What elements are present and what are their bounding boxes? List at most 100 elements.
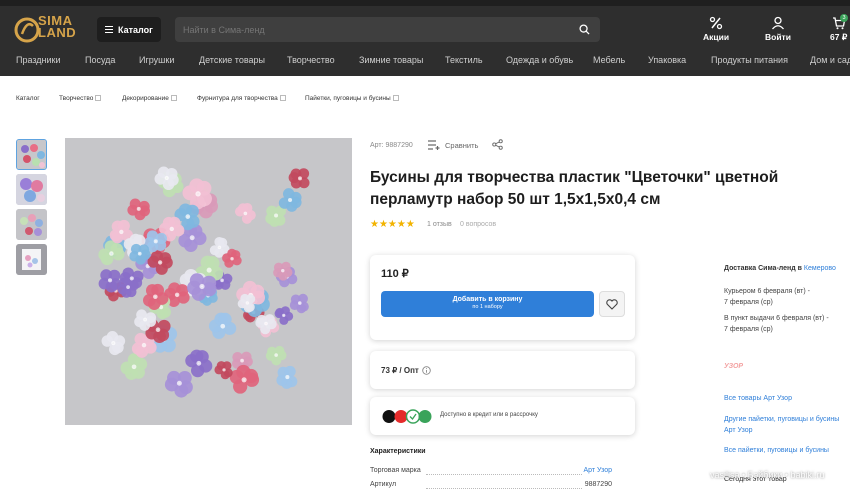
courier-line-2: 7 февраля (ср)	[724, 299, 773, 306]
user-icon	[771, 16, 784, 30]
chevron-down-icon[interactable]	[95, 95, 102, 101]
nav-item-home-garden[interactable]: Дом и сад	[810, 55, 850, 65]
product-title: Бусины для творчества пластик "Цветочки"…	[370, 169, 779, 208]
chevron-down-icon[interactable]	[392, 95, 399, 101]
rating-stars[interactable]: ★★★★★	[370, 219, 415, 230]
flower-bead	[234, 203, 256, 224]
breadcrumb-beads[interactable]: Пайетки, пуговицы и бусины	[305, 95, 399, 102]
courier-line-1: Курьером 6 февраля (вт) -	[724, 288, 810, 295]
add-to-cart-sublabel: по 1 набору	[472, 304, 503, 310]
flower-beads-thumb-image	[16, 209, 47, 240]
product-thumbnail[interactable]	[16, 209, 47, 240]
flower-bead	[265, 345, 287, 366]
nav-item-clothes[interactable]: Одежда и обувь	[506, 55, 573, 65]
nav-item-winter[interactable]: Зимние товары	[359, 55, 423, 65]
chevron-down-icon[interactable]	[170, 95, 177, 101]
logo-text: SIMA LAND	[38, 14, 77, 40]
flower-beads-photo	[98, 166, 310, 398]
nav-item-dishes[interactable]: Посуда	[85, 55, 115, 65]
flower-bead	[164, 370, 193, 398]
product-thumbnail[interactable]	[16, 174, 47, 205]
delivery-city-link[interactable]: Кемерово	[804, 265, 836, 272]
cart-badge: 3	[840, 14, 848, 22]
seller-logo[interactable]: УЗОР	[724, 363, 743, 370]
breadcrumb-label: Творчество	[59, 95, 94, 102]
login-label: Войти	[765, 32, 791, 42]
pickup-delivery: В пункт выдачи 6 февраля (вт) - 7 феврал…	[724, 313, 829, 335]
product-main-image[interactable]	[65, 138, 352, 425]
login-button[interactable]: Войти	[765, 16, 791, 42]
dotted-leader	[426, 488, 582, 489]
wholesale-price-label: 73 ₽ / Опт	[381, 366, 419, 375]
favorite-button[interactable]	[599, 291, 625, 317]
dotted-leader	[426, 474, 582, 475]
logo-line-2: LAND	[38, 25, 77, 40]
wholesale-price: 73 ₽ / Опт	[381, 366, 431, 375]
catalog-label: Каталог	[118, 24, 153, 35]
nav-item-holidays[interactable]: Праздники	[16, 55, 61, 65]
search-input[interactable]	[175, 17, 600, 42]
compare-button[interactable]: Сравнить	[428, 140, 478, 150]
flower-bead	[289, 293, 309, 314]
courier-delivery: Курьером 6 февраля (вт) - 7 февраля (ср)	[724, 286, 810, 308]
flower-bead	[101, 331, 126, 356]
add-to-cart-label: Добавить в корзину	[452, 296, 523, 303]
nav-item-kids[interactable]: Детские товары	[199, 55, 265, 65]
catalog-button[interactable]: Каталог	[97, 17, 161, 42]
article-number: Арт: 9887290	[370, 142, 413, 149]
nav-item-packaging[interactable]: Упаковка	[648, 55, 686, 65]
share-icon[interactable]	[492, 139, 503, 150]
nav-item-toys[interactable]: Игрушки	[139, 55, 174, 65]
percent-icon	[709, 16, 723, 30]
reviews-link[interactable]: 1 отзыв	[427, 221, 452, 228]
nav-item-food[interactable]: Продукты питания	[711, 55, 788, 65]
bank-logos-icon	[382, 409, 432, 424]
product-thumbnail[interactable]	[16, 139, 47, 170]
breadcrumb-label: Каталог	[16, 95, 40, 102]
flower-bead	[288, 168, 310, 189]
flower-bead	[214, 361, 233, 380]
breadcrumb-label: Пайетки, пуговицы и бусины	[305, 95, 391, 102]
questions-link[interactable]: 0 вопросов	[460, 221, 496, 228]
heart-icon	[606, 298, 618, 310]
seller-similar-link[interactable]: Другие пайетки, пуговицы и бусины	[724, 414, 839, 425]
nav-item-textile[interactable]: Текстиль	[445, 55, 483, 65]
nav-item-furniture[interactable]: Мебель	[593, 55, 625, 65]
compare-label: Сравнить	[445, 140, 479, 150]
breadcrumb-catalog[interactable]: Каталог	[16, 95, 40, 102]
flower-bead	[274, 306, 294, 325]
breadcrumb-fittings[interactable]: Фурнитура для творчества	[197, 95, 286, 102]
product-thumbnail[interactable]	[16, 244, 47, 275]
header-top-strip	[0, 0, 850, 6]
all-beads-link[interactable]: Все пайетки, пуговицы и бусины	[724, 445, 829, 456]
breadcrumb-decorating[interactable]: Декорирование	[122, 95, 177, 102]
search-icon[interactable]	[579, 24, 590, 35]
package-thumb-image	[16, 244, 47, 275]
brand-link[interactable]: Арт Узор	[583, 467, 612, 474]
promotions-label: Акции	[703, 32, 730, 42]
delivery-heading: Доставка Сима-ленд в Кемерово	[724, 265, 836, 272]
chevron-down-icon[interactable]	[279, 95, 286, 101]
cart-total: 67 ₽	[830, 32, 848, 42]
info-icon[interactable]	[422, 366, 431, 375]
flower-bead	[278, 188, 302, 212]
promotions-button[interactable]: Акции	[703, 16, 729, 42]
flower-beads-thumb-image	[16, 174, 47, 205]
breadcrumb-label: Фурнитура для творчества	[197, 95, 278, 102]
add-to-cart-button[interactable]: Добавить в корзину по 1 набору	[381, 291, 594, 317]
flower-bead	[276, 365, 298, 389]
price: 110 ₽	[381, 268, 409, 280]
seller-similar-link-cont[interactable]: Арт Узор	[724, 425, 753, 436]
breadcrumb-creativity[interactable]: Творчество	[59, 95, 102, 102]
flower-bead	[127, 198, 150, 221]
watermark: vasilisa • Бэйбики • babiki.ru	[710, 470, 825, 480]
characteristic-row: Торговая марка Арт Узор	[370, 467, 612, 477]
characteristic-row: Артикул 9887290	[370, 481, 612, 491]
nav-item-creativity[interactable]: Творчество	[287, 55, 335, 65]
credit-text: Доступно в кредит или в рассрочку	[440, 412, 538, 418]
pickup-line-2: 7 февраля (ср)	[724, 326, 773, 333]
flower-bead	[229, 364, 260, 394]
pickup-line-1: В пункт выдачи 6 февраля (вт) -	[724, 315, 829, 322]
seller-all-products-link[interactable]: Все товары Арт Узор	[724, 393, 792, 404]
flower-bead	[208, 312, 237, 339]
